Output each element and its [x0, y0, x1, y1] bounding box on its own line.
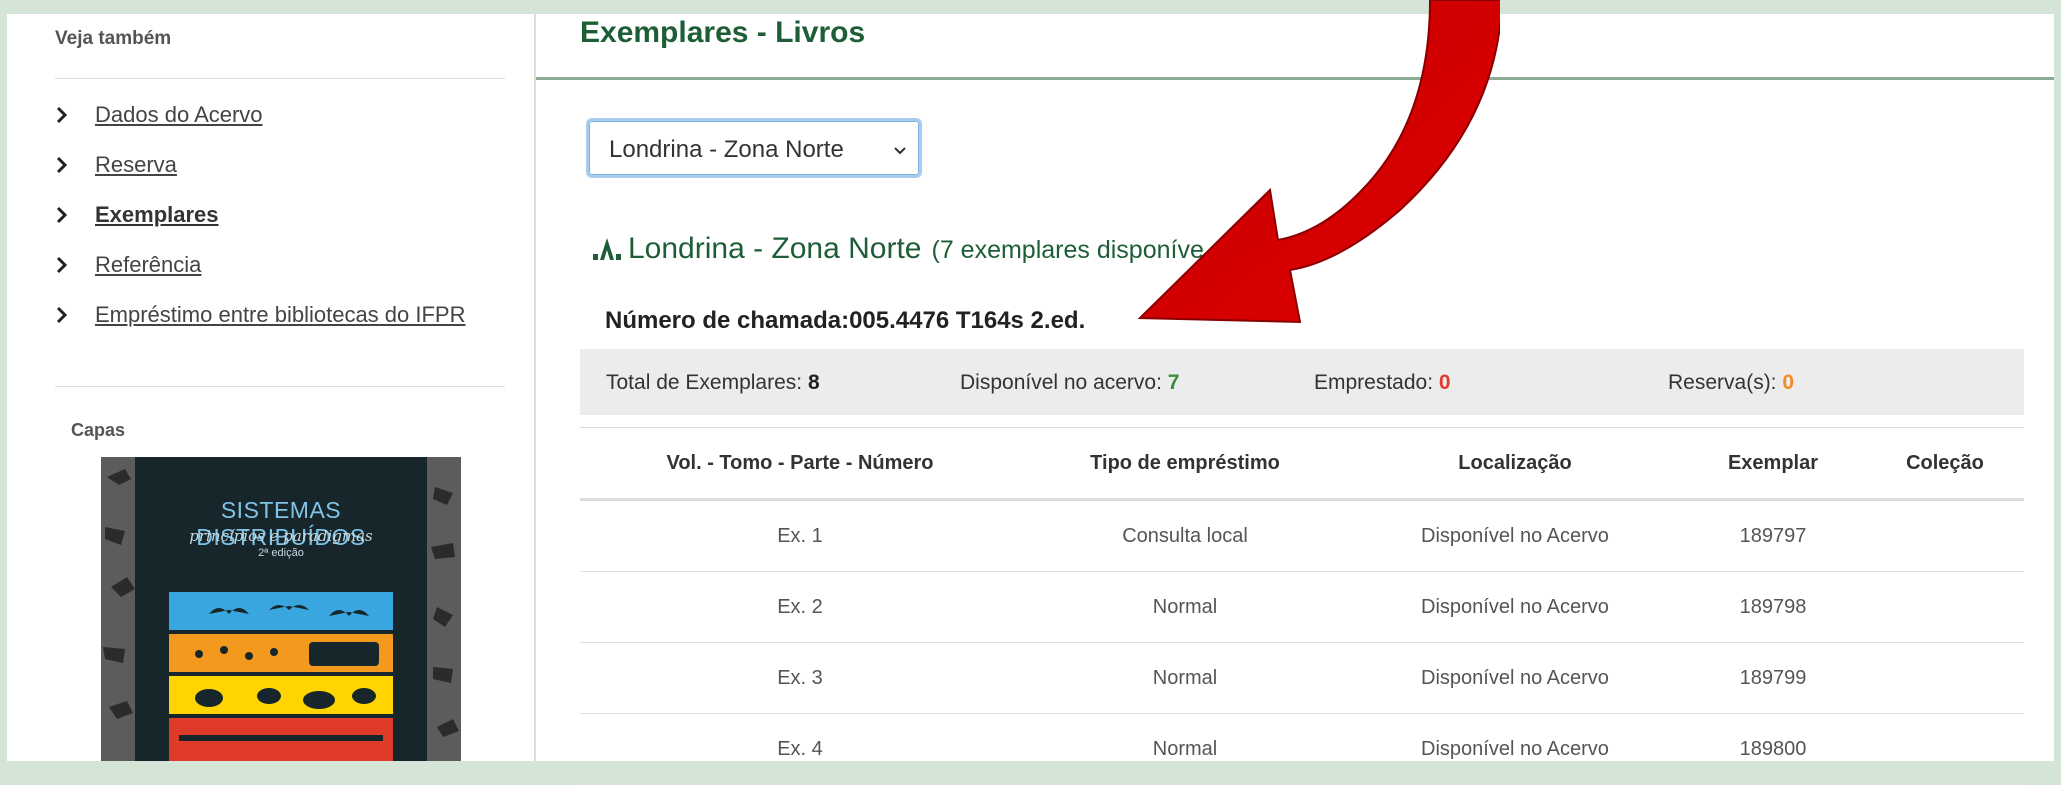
chevron-right-icon	[55, 202, 95, 228]
sidebar-nav: Dados do Acervo Reserva Exemplares Refer…	[55, 102, 466, 352]
cover-stripe-yellow	[169, 676, 393, 714]
cover-stripe-blue	[169, 592, 393, 630]
summary-loaned: Emprestado: 0	[1314, 371, 1451, 395]
sidebar-link-exemplares[interactable]: Exemplares	[95, 202, 219, 228]
sidebar-item-emprestimo[interactable]: Empréstimo entre bibliotecas do IFPR	[55, 302, 466, 352]
cell-volume: Ex. 3	[777, 666, 823, 689]
cell-location: Disponível no Acervo	[1421, 737, 1609, 760]
title-underline	[536, 77, 2054, 80]
cell-copy: 189798	[1739, 595, 1807, 618]
column-header-volume[interactable]: Vol. - Tomo - Parte - Número	[580, 428, 1020, 498]
call-number: Número de chamada:005.4476 T164s 2.ed.	[605, 307, 1086, 334]
page-title: Exemplares - Livros	[580, 16, 866, 49]
column-header-loan-type[interactable]: Tipo de empréstimo	[1020, 428, 1350, 498]
cell-copy: 189797	[1739, 524, 1807, 547]
cover-subtitle: princípios e paradigmas	[189, 527, 373, 545]
cell-loan-type: Normal	[1152, 666, 1218, 689]
cover-stripe-orange	[169, 634, 393, 672]
sidebar: Veja também Dados do Acervo Reserva Exem…	[7, 14, 536, 761]
cover-stripe-red	[169, 718, 393, 761]
chevron-right-icon	[55, 102, 95, 128]
summary-available-value: 7	[1167, 371, 1180, 394]
cell-loan-type: Normal	[1152, 595, 1218, 618]
library-available-count: (7 exemplares disponíve	[931, 236, 1204, 264]
column-header-location[interactable]: Localização	[1350, 428, 1680, 498]
chevron-down-icon	[893, 143, 907, 161]
summary-total-value: 8	[807, 371, 820, 394]
cover-edition: 2ª edição	[258, 547, 304, 559]
copies-table: Vol. - Tomo - Parte - Número Tipo de emp…	[580, 427, 2024, 785]
sidebar-link-emprestimo[interactable]: Empréstimo entre bibliotecas do IFPR	[95, 302, 466, 328]
chevron-right-icon	[55, 302, 95, 328]
book-cover[interactable]: SISTEMAS DISTRIBUÍDOS princípios e parad…	[101, 457, 461, 761]
sidebar-heading: Veja também	[55, 28, 172, 49]
summary-available-label: Disponível no acervo:	[960, 371, 1162, 394]
cell-loan-type: Normal	[1152, 737, 1218, 760]
sidebar-item-referencia[interactable]: Referência	[55, 252, 466, 302]
cell-loan-type: Consulta local	[1122, 524, 1248, 547]
column-header-collection[interactable]: Coleção	[1866, 428, 2024, 498]
cell-collection	[1866, 714, 2024, 784]
table-row: Ex. 2 Normal Disponível no Acervo 189798	[580, 572, 2024, 643]
main-content: Exemplares - Livros Londrina - Zona Nort…	[536, 14, 2054, 785]
chevron-right-icon	[55, 252, 95, 278]
chevron-right-icon	[55, 152, 95, 178]
summary-available: Disponível no acervo: 7	[960, 371, 1179, 395]
summary-reserve: Reserva(s): 0	[1668, 371, 1794, 395]
page-frame: Veja também Dados do Acervo Reserva Exem…	[7, 14, 2054, 785]
summary-bar: Total de Exemplares: 8 Disponível no ace…	[580, 349, 2024, 415]
table-row: Ex. 3 Normal Disponível no Acervo 189799	[580, 643, 2024, 714]
sidebar-divider	[55, 78, 505, 79]
summary-reserve-value: 0	[1782, 371, 1795, 394]
sidebar-link-referencia[interactable]: Referência	[95, 252, 201, 278]
cell-copy: 189799	[1739, 666, 1807, 689]
library-heading: Londrina - Zona Norte (7 exemplares disp…	[592, 232, 1204, 266]
sidebar-divider	[55, 386, 505, 387]
library-name: Londrina - Zona Norte	[628, 232, 922, 265]
summary-loaned-value: 0	[1438, 371, 1451, 394]
table-header-row: Vol. - Tomo - Parte - Número Tipo de emp…	[580, 428, 2024, 501]
table-row: Ex. 4 Normal Disponível no Acervo 189800	[580, 714, 2024, 785]
sidebar-item-reserva[interactable]: Reserva	[55, 152, 466, 202]
capas-heading: Capas	[71, 420, 126, 440]
summary-total-label: Total de Exemplares:	[606, 371, 803, 394]
library-select-value: Londrina - Zona Norte	[609, 136, 844, 163]
library-icon	[592, 236, 622, 262]
cell-location: Disponível no Acervo	[1421, 524, 1609, 547]
library-select[interactable]: Londrina - Zona Norte	[586, 118, 922, 178]
summary-loaned-label: Emprestado:	[1314, 371, 1434, 394]
sidebar-link-reserva[interactable]: Reserva	[95, 152, 177, 178]
cell-copy: 189800	[1739, 737, 1807, 760]
cover-panel: SISTEMAS DISTRIBUÍDOS princípios e parad…	[135, 457, 427, 761]
cell-location: Disponível no Acervo	[1421, 595, 1609, 618]
cell-collection	[1866, 572, 2024, 642]
table-row: Ex. 1 Consulta local Disponível no Acerv…	[580, 501, 2024, 572]
cell-volume: Ex. 1	[777, 524, 823, 547]
cell-volume: Ex. 4	[777, 737, 823, 760]
cell-collection	[1866, 501, 2024, 571]
sidebar-link-dados-acervo[interactable]: Dados do Acervo	[95, 102, 263, 128]
cell-volume: Ex. 2	[777, 595, 823, 618]
column-header-copy[interactable]: Exemplar	[1680, 428, 1866, 498]
sidebar-item-dados-acervo[interactable]: Dados do Acervo	[55, 102, 466, 152]
cell-location: Disponível no Acervo	[1421, 666, 1609, 689]
sidebar-item-exemplares[interactable]: Exemplares	[55, 202, 466, 252]
summary-total: Total de Exemplares: 8	[606, 371, 820, 395]
cell-collection	[1866, 643, 2024, 713]
summary-reserve-label: Reserva(s):	[1668, 371, 1777, 394]
